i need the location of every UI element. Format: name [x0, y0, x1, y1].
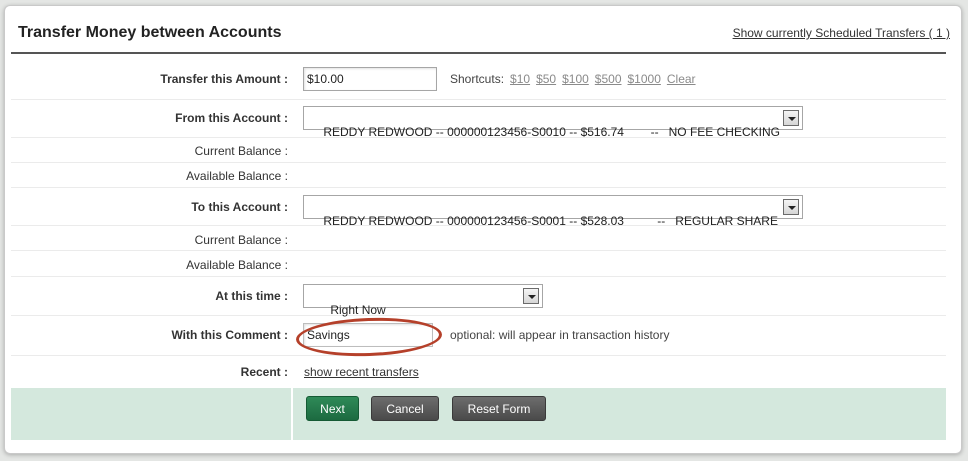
shortcut-10[interactable]: $10 — [510, 72, 530, 86]
from-account-value: REDDY REDWOOD -- 000000123456-S0010 -- $… — [323, 125, 780, 139]
from-current-balance-row: Current Balance : — [11, 138, 946, 163]
chevron-down-icon — [523, 288, 539, 304]
comment-hint: optional: will appear in transaction his… — [450, 328, 670, 342]
next-button[interactable]: Next — [306, 396, 359, 421]
from-account-label: From this Account : — [175, 111, 288, 125]
to-current-balance-label: Current Balance : — [194, 233, 288, 247]
shortcuts: Shortcuts: $10 $50 $100 $500 $1000 Clear — [450, 72, 696, 86]
to-available-balance-label: Available Balance : — [186, 258, 288, 272]
shortcut-1000[interactable]: $1000 — [628, 72, 661, 86]
from-current-balance-label: Current Balance : — [194, 144, 288, 158]
header-divider — [11, 52, 946, 54]
to-current-balance-row: Current Balance : — [11, 226, 946, 251]
time-row: At this time : Right Now — [11, 277, 946, 317]
form-actions: Next Cancel Reset Form — [11, 388, 946, 440]
cancel-button[interactable]: Cancel — [371, 396, 439, 421]
from-account-row: From this Account : REDDY REDWOOD -- 000… — [11, 100, 946, 139]
clear-link[interactable]: Clear — [667, 72, 696, 86]
recent-row: Recent : show recent transfers — [11, 356, 946, 388]
shortcut-50[interactable]: $50 — [536, 72, 556, 86]
recent-label: Recent : — [240, 365, 288, 379]
chevron-down-icon — [783, 199, 799, 215]
time-value: Right Now — [330, 303, 386, 317]
shortcuts-label: Shortcuts: — [450, 72, 505, 86]
from-available-balance-label: Available Balance : — [186, 169, 288, 183]
comment-row: With this Comment : optional: will appea… — [11, 316, 946, 356]
shortcut-100[interactable]: $100 — [562, 72, 589, 86]
to-account-row: To this Account : REDDY REDWOOD -- 00000… — [11, 188, 946, 228]
scheduled-transfers-link[interactable]: Show currently Scheduled Transfers ( 1 ) — [733, 26, 950, 40]
amount-label: Transfer this Amount : — [160, 72, 288, 86]
comment-label: With this Comment : — [171, 328, 288, 342]
amount-row: Transfer this Amount : Shortcuts: $10 $50 $… — [11, 60, 946, 100]
amount-input[interactable] — [303, 67, 437, 91]
to-account-label: To this Account : — [191, 200, 288, 214]
shortcut-500[interactable]: $500 — [595, 72, 622, 86]
time-label: At this time : — [215, 289, 288, 303]
chevron-down-icon — [783, 110, 799, 126]
footer-divider — [291, 388, 293, 440]
time-select[interactable]: Right Now — [303, 284, 543, 317]
to-available-balance-row: Available Balance : — [11, 251, 946, 277]
to-account-select[interactable]: REDDY REDWOOD -- 000000123456-S0001 -- $… — [303, 195, 803, 228]
from-available-balance-row: Available Balance : — [11, 163, 946, 188]
recent-transfers-link[interactable]: show recent transfers — [304, 365, 419, 379]
page-title: Transfer Money between Accounts — [18, 24, 282, 41]
reset-form-button[interactable]: Reset Form — [452, 396, 546, 421]
from-account-select[interactable]: REDDY REDWOOD -- 000000123456-S0010 -- $… — [303, 106, 803, 139]
